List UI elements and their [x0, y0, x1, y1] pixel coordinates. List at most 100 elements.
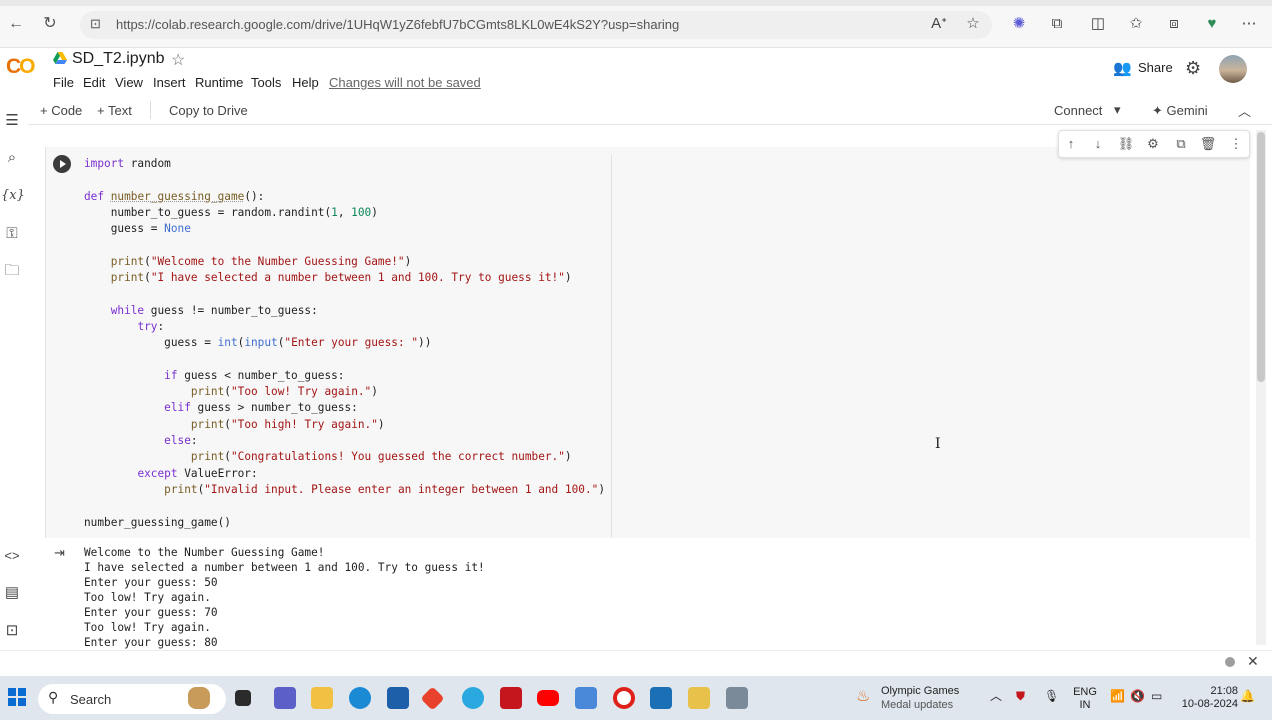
- chrome-like-icon[interactable]: [462, 687, 484, 709]
- link-to-cell-icon[interactable]: ⛓: [1116, 135, 1136, 153]
- read-aloud-icon[interactable]: Aᐩ: [928, 14, 950, 34]
- show-hidden-icons[interactable]: ︿: [990, 690, 1002, 703]
- youtube-icon[interactable]: [537, 690, 559, 706]
- table-of-contents-icon[interactable]: ☰: [1, 111, 23, 131]
- code-line: try:: [137, 319, 165, 333]
- notes-app-icon[interactable]: [688, 687, 710, 709]
- olympics-torch-icon: ♨: [856, 688, 871, 705]
- command-palette-icon[interactable]: ▤: [1, 583, 23, 603]
- cell-output: Welcome to the Number Guessing Game! I ha…: [84, 545, 485, 650]
- split-screen-icon[interactable]: ◫: [1087, 14, 1109, 34]
- notebook-title[interactable]: SD_T2.ipynb: [72, 50, 165, 68]
- search-icon[interactable]: ⌕: [1, 148, 23, 168]
- menu-view[interactable]: View: [115, 75, 143, 90]
- media-app-icon[interactable]: [575, 687, 597, 709]
- favorites-icon[interactable]: ✩: [1125, 14, 1147, 34]
- clock-time: 21:08: [1210, 685, 1238, 697]
- more-cell-actions-icon[interactable]: ⋮: [1226, 135, 1246, 153]
- volume-muted-icon[interactable]: 🔇: [1130, 690, 1145, 703]
- mirror-cell-icon[interactable]: ⧉: [1171, 135, 1191, 153]
- settings-gear-icon[interactable]: ⚙: [1185, 58, 1201, 79]
- output-line: Enter your guess: 80: [84, 636, 218, 649]
- collapse-header-icon[interactable]: ︿: [1238, 101, 1251, 120]
- variables-icon[interactable]: {x}: [1, 186, 25, 206]
- battery-icon[interactable]: ▭: [1151, 690, 1162, 703]
- delete-cell-icon[interactable]: 🗑: [1198, 135, 1218, 153]
- terminal-icon[interactable]: ⊡: [1, 621, 23, 641]
- add-text-button[interactable]: + Text: [97, 103, 132, 118]
- connect-dropdown-icon[interactable]: ▾: [1114, 102, 1121, 118]
- teams-icon[interactable]: [274, 687, 296, 709]
- security-tray-icon[interactable]: ⛊: [1016, 690, 1025, 703]
- menu-edit[interactable]: Edit: [83, 75, 105, 90]
- task-view-icon[interactable]: [235, 690, 251, 706]
- star-notebook-icon[interactable]: ☆: [171, 50, 185, 70]
- site-info-icon[interactable]: ⊡: [90, 16, 101, 32]
- move-cell-up-icon[interactable]: ↑: [1061, 135, 1081, 153]
- code-line: def number_guessing_game():: [84, 189, 265, 203]
- mcafee-icon[interactable]: [500, 687, 522, 709]
- gemini-button[interactable]: ✦ Gemini: [1152, 103, 1208, 119]
- code-snippets-icon[interactable]: <>: [1, 546, 23, 566]
- output-line: Enter your guess: 50: [84, 576, 218, 589]
- back-icon[interactable]: ←: [6, 14, 26, 34]
- run-cell-button[interactable]: [53, 155, 71, 173]
- browser-menu-icon[interactable]: ⋯: [1238, 14, 1260, 34]
- changes-not-saved-link[interactable]: Changes will not be saved: [329, 75, 481, 90]
- code-line: print("Too low! Try again."): [190, 385, 378, 399]
- browser-essentials-icon[interactable]: ♥: [1201, 14, 1223, 34]
- taskbar-search-label: Search: [70, 692, 112, 707]
- wifi-icon[interactable]: 📶: [1110, 690, 1125, 703]
- menu-runtime[interactable]: Runtime: [195, 75, 243, 90]
- share-button[interactable]: Share: [1114, 60, 1173, 75]
- menu-insert[interactable]: Insert: [153, 75, 186, 90]
- copy-to-drive-button[interactable]: Copy to Drive: [169, 103, 248, 118]
- code-line: guess = None: [84, 222, 191, 236]
- menu-help[interactable]: Help: [292, 75, 319, 90]
- connect-button[interactable]: Connect: [1054, 103, 1102, 118]
- microsoft-store-icon[interactable]: [387, 687, 409, 709]
- output-line: Enter your guess: 70: [84, 606, 218, 619]
- logo-letter: C: [6, 55, 21, 78]
- edge-browser-icon[interactable]: [349, 687, 371, 709]
- move-cell-down-icon[interactable]: ↓: [1088, 135, 1108, 153]
- search-highlight-icon[interactable]: [188, 687, 210, 709]
- code-line: except ValueError:: [137, 466, 258, 480]
- language-indicator[interactable]: ENG IN: [1072, 686, 1098, 712]
- url-text[interactable]: https://colab.research.google.com/drive/…: [116, 17, 679, 32]
- scrollbar-thumb[interactable]: [1257, 132, 1265, 382]
- text-cursor-icon: I: [935, 436, 941, 452]
- close-status-icon[interactable]: ✕: [1247, 653, 1259, 670]
- files-folder-icon[interactable]: 🗀: [1, 261, 23, 281]
- menu-file[interactable]: File: [53, 75, 74, 90]
- sail-app-icon[interactable]: [650, 687, 672, 709]
- colab-logo[interactable]: CO: [6, 55, 36, 79]
- google-drive-icon: [53, 52, 67, 64]
- code-line: print("Too high! Try again."): [190, 417, 385, 431]
- pen-app-icon[interactable]: [726, 687, 748, 709]
- collections-icon[interactable]: ⧈: [1163, 14, 1185, 34]
- code-editor[interactable]: import random def number_guessing_game()…: [84, 156, 605, 531]
- output-actions-icon[interactable]: ⇥: [54, 545, 65, 561]
- add-code-button[interactable]: + Code: [40, 103, 82, 118]
- extension-icon[interactable]: ✺: [1008, 14, 1030, 34]
- code-line: print("Congratulations! You guessed the …: [190, 450, 572, 464]
- reload-icon[interactable]: ↻: [40, 14, 60, 34]
- favorite-star-icon[interactable]: ☆: [962, 14, 984, 34]
- file-explorer-icon[interactable]: [311, 687, 333, 709]
- windows-start-icon[interactable]: [8, 688, 26, 706]
- clock[interactable]: 21:08 10-08-2024: [1176, 685, 1238, 711]
- opera-icon[interactable]: [613, 687, 635, 709]
- cell-settings-icon[interactable]: ⚙: [1143, 135, 1163, 153]
- code-line: while guess != number_to_guess:: [110, 303, 318, 317]
- news-widget-title[interactable]: Olympic Games: [881, 685, 959, 697]
- microphone-icon[interactable]: 🎙: [1044, 690, 1059, 703]
- menu-tools[interactable]: Tools: [251, 75, 281, 90]
- code-line: import random: [84, 157, 171, 170]
- extensions-puzzle-icon[interactable]: ⧉: [1046, 14, 1068, 34]
- notifications-bell-icon[interactable]: 🔔: [1240, 690, 1255, 703]
- user-avatar[interactable]: [1219, 55, 1247, 83]
- secrets-key-icon[interactable]: ⚿: [1, 224, 23, 244]
- status-bar: [0, 650, 1272, 674]
